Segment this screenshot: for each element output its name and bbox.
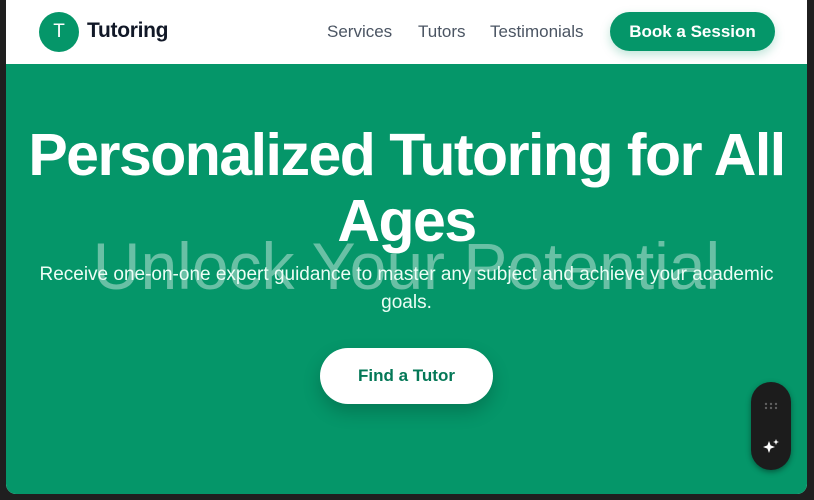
hero-section: Unlock Your Potential Personalized Tutor… bbox=[6, 64, 807, 494]
navbar: T Tutoring Services Tutors Testimonials … bbox=[6, 0, 807, 64]
nav-link-testimonials[interactable]: Testimonials bbox=[490, 22, 584, 42]
hero-subtitle: Receive one-on-one expert guidance to ma… bbox=[39, 264, 774, 313]
brand-name[interactable]: Tutoring bbox=[87, 19, 168, 43]
drag-handle-icon[interactable] bbox=[764, 401, 778, 419]
nav-link-tutors[interactable]: Tutors bbox=[418, 22, 466, 42]
floating-widget bbox=[751, 382, 791, 470]
logo-icon[interactable]: T bbox=[39, 12, 79, 52]
find-tutor-button[interactable]: Find a Tutor bbox=[320, 348, 493, 404]
page: T Tutoring Services Tutors Testimonials … bbox=[6, 0, 807, 494]
book-session-button[interactable]: Book a Session bbox=[610, 12, 775, 51]
sparkle-icon[interactable] bbox=[762, 438, 780, 461]
hero-title: Personalized Tutoring for All Ages bbox=[28, 122, 786, 254]
nav-link-services[interactable]: Services bbox=[327, 22, 392, 42]
